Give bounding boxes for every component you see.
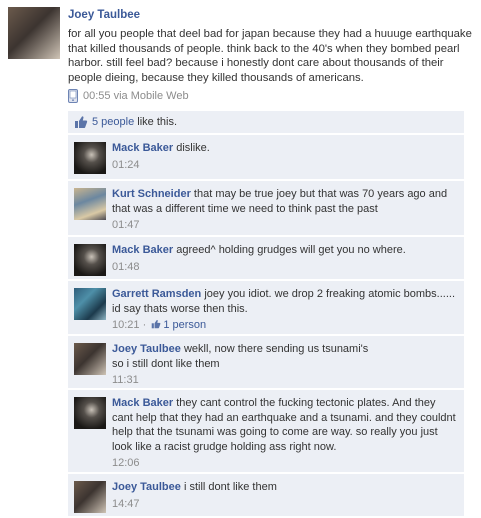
comment-item: Mack Baker agreed^ holding grudges will …: [68, 237, 464, 279]
commenter-avatar[interactable]: [74, 343, 106, 375]
commenter-avatar[interactable]: [74, 481, 106, 513]
comment-time[interactable]: 11:31: [112, 373, 458, 388]
post-author-name[interactable]: Joey Taulbee: [68, 9, 140, 21]
commenter-name[interactable]: Joey Taulbee: [112, 481, 181, 493]
comment-item: Joey Taulbee i still dont like them 14:4…: [68, 474, 464, 516]
comment-text: agreed^ holding grudges will get you no …: [176, 244, 406, 256]
comment-time[interactable]: 01:48: [112, 260, 458, 275]
commenter-name[interactable]: Joey Taulbee: [112, 343, 181, 355]
comment-time[interactable]: 01:24: [112, 158, 458, 173]
thumbs-up-icon: [152, 319, 161, 329]
likes-row: 5 people like this.: [68, 111, 464, 133]
comment-text: i still dont like them: [183, 481, 277, 493]
thumbs-up-icon: [75, 116, 88, 128]
phone-icon: [68, 89, 78, 103]
comment-likes-link[interactable]: 1 person: [163, 319, 206, 331]
likes-suffix: like this.: [134, 116, 178, 128]
comment-text: dislike.: [176, 142, 210, 154]
post: Joey Taulbee for all you people that dee…: [68, 9, 474, 103]
post-time[interactable]: 00:55: [83, 90, 111, 102]
commenter-name[interactable]: Mack Baker: [112, 397, 173, 409]
commenter-avatar[interactable]: [74, 142, 106, 174]
comment-item: Mack Baker they cant control the fucking…: [68, 390, 464, 472]
comment-time[interactable]: 01:47: [112, 218, 458, 233]
commenter-avatar[interactable]: [74, 288, 106, 320]
post-meta: 00:55 via Mobile Web: [68, 89, 474, 103]
post-text: for all you people that deel bad for jap…: [68, 28, 472, 84]
feedback-section: 5 people like this. Mack Baker dislike. …: [68, 111, 464, 518]
post-via: via Mobile Web: [113, 90, 189, 102]
comment-item: Mack Baker dislike. 01:24: [68, 135, 464, 179]
commenter-avatar[interactable]: [74, 244, 106, 276]
commenter-avatar[interactable]: [74, 188, 106, 220]
commenter-name[interactable]: Mack Baker: [112, 244, 173, 256]
commenter-name[interactable]: Mack Baker: [112, 142, 173, 154]
separator-dot: ·: [139, 319, 150, 331]
commenter-name[interactable]: Garrett Ramsden: [112, 288, 201, 300]
comment-time[interactable]: 12:06: [112, 456, 458, 471]
comment-item: Kurt Schneider that may be true joey but…: [68, 181, 464, 235]
commenter-avatar[interactable]: [74, 397, 106, 429]
likes-count-link[interactable]: 5 people: [92, 116, 134, 128]
post-author-avatar[interactable]: [8, 7, 60, 59]
comment-time[interactable]: 10:21: [112, 319, 140, 331]
comment-item: Garrett Ramsden joey you idiot. we drop …: [68, 281, 464, 334]
commenter-name[interactable]: Kurt Schneider: [112, 188, 191, 200]
comment-item: Joey Taulbee wekll, now there sending us…: [68, 336, 464, 388]
comment-time-row: 10:21 · 1 person: [112, 318, 458, 333]
